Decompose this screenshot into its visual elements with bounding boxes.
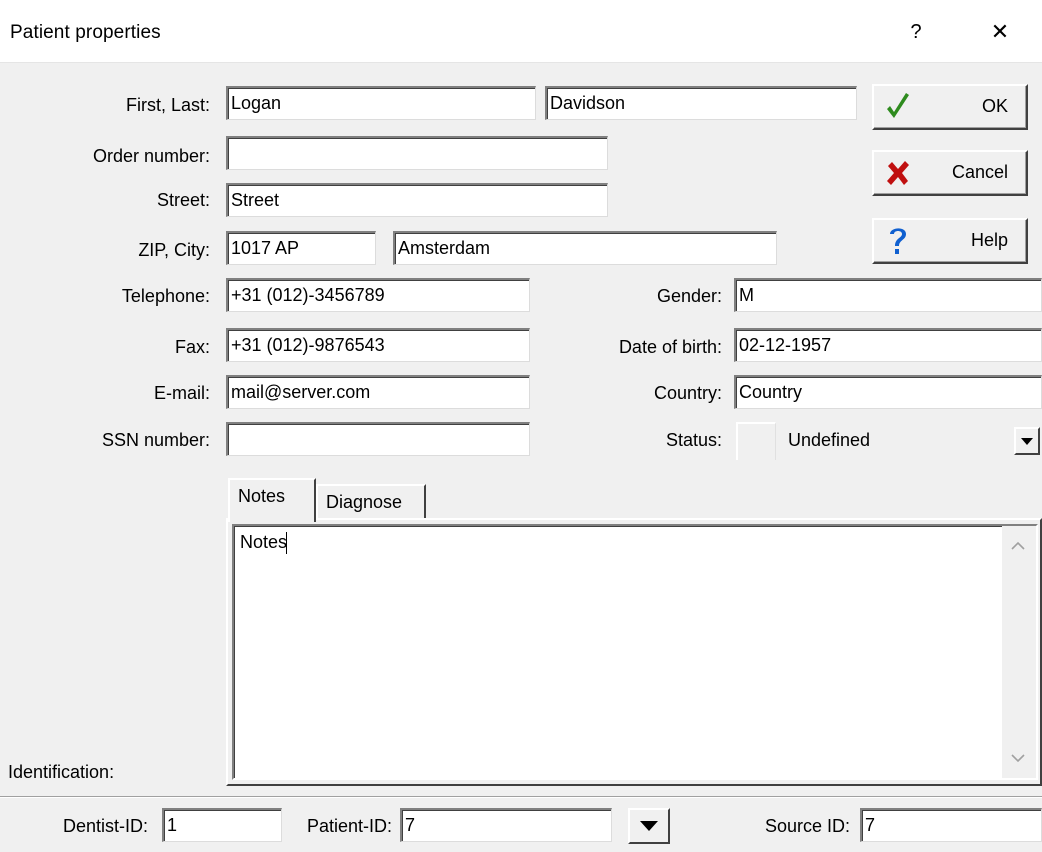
x-mark-icon xyxy=(887,161,909,185)
window-title: Patient properties xyxy=(10,22,161,43)
text-cursor xyxy=(286,532,287,554)
status-label: Status: xyxy=(665,430,722,450)
cancel-button[interactable]: Cancel xyxy=(872,150,1028,196)
fax-field[interactable]: +31 (012)-9876543 xyxy=(226,328,530,362)
ssn-field[interactable] xyxy=(226,422,530,456)
identification-label: Identification: xyxy=(8,762,115,782)
country-label: Country: xyxy=(653,383,722,403)
tab-notes[interactable]: Notes xyxy=(228,478,316,522)
title-bar: Patient properties ? ✕ xyxy=(0,0,1042,63)
patient-id-label: Patient-ID: xyxy=(306,816,392,836)
first-name-field[interactable]: Logan xyxy=(226,86,536,120)
close-button[interactable]: ✕ xyxy=(974,12,1026,52)
question-icon xyxy=(890,228,906,254)
street-label: Street: xyxy=(156,190,210,210)
country-field[interactable]: Country xyxy=(734,375,1042,409)
scroll-down-icon[interactable] xyxy=(1010,752,1026,764)
cancel-label: Cancel xyxy=(951,162,1008,182)
ok-label: OK xyxy=(981,96,1008,116)
order-number-label: Order number: xyxy=(92,146,210,166)
last-name-field[interactable]: Davidson xyxy=(545,86,857,120)
ssn-label: SSN number: xyxy=(101,430,210,450)
tab-diagnose[interactable]: Diagnose xyxy=(316,484,426,520)
fax-label: Fax: xyxy=(174,337,210,357)
dentist-id-label: Dentist-ID: xyxy=(62,816,148,836)
dob-label: Date of birth: xyxy=(618,337,722,357)
help-button[interactable]: Help xyxy=(872,218,1028,264)
street-field[interactable]: Street xyxy=(226,183,608,217)
email-field[interactable]: mail@server.com xyxy=(226,375,530,409)
notes-text: Notes xyxy=(240,532,288,552)
scroll-up-icon[interactable] xyxy=(1010,540,1026,552)
source-id-field[interactable]: 7 xyxy=(860,808,1042,842)
dentist-id-field[interactable]: 1 xyxy=(162,808,282,842)
tab-diagnose-label: Diagnose xyxy=(326,492,403,512)
telephone-field[interactable]: +31 (012)-3456789 xyxy=(226,278,530,312)
gender-label: Gender: xyxy=(656,286,722,306)
ok-button[interactable]: OK xyxy=(872,84,1028,130)
zip-field[interactable]: 1017 AP xyxy=(226,231,376,265)
status-dropdown-button[interactable] xyxy=(1014,427,1040,455)
help-label: Help xyxy=(970,230,1008,250)
notes-memo[interactable]: Notes xyxy=(232,524,1038,780)
status-value: Undefined xyxy=(788,430,871,450)
help-title-button[interactable]: ? xyxy=(896,12,936,52)
notes-scrollbar[interactable] xyxy=(1002,526,1036,778)
checkmark-icon xyxy=(887,93,909,118)
divider-highlight xyxy=(0,797,1042,798)
email-label: E-mail: xyxy=(153,383,210,403)
gender-field[interactable]: M xyxy=(734,278,1042,312)
status-select[interactable]: Undefined xyxy=(736,422,1042,460)
source-id-label: Source ID: xyxy=(764,816,850,836)
order-number-field[interactable] xyxy=(226,136,608,170)
city-field[interactable]: Amsterdam xyxy=(393,231,777,265)
first-last-label: First, Last: xyxy=(125,95,210,115)
status-color-swatch xyxy=(736,422,776,460)
zip-city-label: ZIP, City: xyxy=(138,240,210,260)
tab-notes-label: Notes xyxy=(238,486,286,506)
patient-id-dropdown-button[interactable] xyxy=(628,808,670,844)
patient-id-field[interactable]: 7 xyxy=(400,808,612,842)
triangle-down-icon xyxy=(640,821,658,831)
dob-field[interactable]: 02-12-1957 xyxy=(734,328,1042,362)
telephone-label: Telephone: xyxy=(121,286,210,306)
chevron-down-icon xyxy=(1021,438,1033,445)
